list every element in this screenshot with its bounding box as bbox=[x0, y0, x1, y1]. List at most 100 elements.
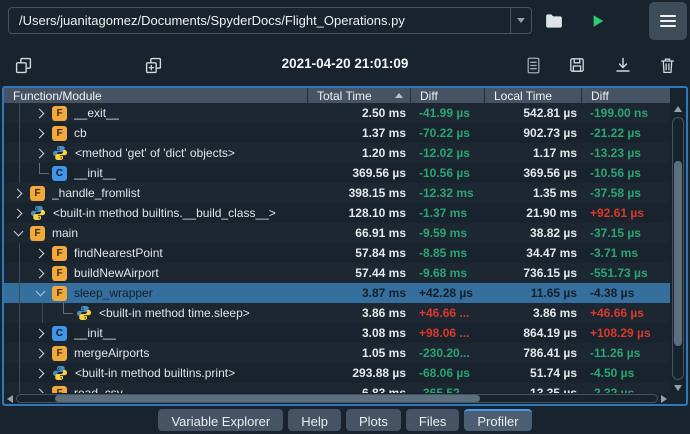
table-row[interactable]: FbuildNewAirport 57.44 ms -9.68 ms 736.15 µ… bbox=[4, 263, 670, 283]
run-profiler-button[interactable] bbox=[585, 8, 611, 34]
header-diff-total[interactable]: Diff bbox=[411, 88, 485, 103]
total-time-diff: -41.99 µs bbox=[419, 106, 470, 120]
function-name: <built-in method builtins.__build_class_… bbox=[53, 206, 276, 220]
chevron-right-icon[interactable] bbox=[34, 128, 44, 138]
table-row[interactable]: FmergeAirports 1.05 ms -230.20... 786.41 µs… bbox=[4, 343, 670, 363]
save-data-button[interactable] bbox=[564, 52, 590, 78]
horizontal-scroll-track[interactable] bbox=[16, 394, 658, 403]
total-time-value: 3.87 ms bbox=[361, 286, 406, 300]
python-icon bbox=[30, 205, 46, 221]
table-row[interactable]: Fread_csv 6.83 ms -365.52... 13.35 µs -2.32 … bbox=[4, 383, 670, 393]
table-row[interactable]: C __init__ 3.08 ms +98.06 ... 864.19 µs +108.… bbox=[4, 323, 670, 343]
table-row[interactable]: Fmain 66.91 ms -9.59 ms 38.82 µs -37.15 µs bbox=[4, 223, 670, 243]
function-name: __exit__ bbox=[74, 106, 120, 120]
local-time-diff: +92.61 µs bbox=[590, 206, 644, 220]
tab-variable-explorer[interactable]: Variable Explorer bbox=[158, 409, 284, 431]
function-name: main bbox=[52, 226, 79, 240]
local-time-value: 864.19 µs bbox=[523, 326, 577, 340]
tree-guide-line bbox=[19, 163, 20, 183]
total-time-value: 2.50 ms bbox=[361, 106, 406, 120]
table-row[interactable]: <method 'get' of 'dict' objects> 1.20 ms -… bbox=[4, 143, 670, 163]
clear-data-button[interactable] bbox=[654, 52, 680, 78]
python-icon bbox=[52, 365, 68, 381]
options-menu-button[interactable] bbox=[649, 2, 687, 40]
total-time-diff: -68.06 µs bbox=[419, 366, 470, 380]
total-time-value: 1.20 ms bbox=[361, 146, 406, 160]
local-time-value: 38.82 µs bbox=[530, 226, 577, 240]
chevron-down-icon[interactable] bbox=[13, 226, 23, 237]
header-function-module[interactable]: Function/Module bbox=[4, 88, 308, 103]
function-name: _handle_fromlist bbox=[52, 186, 141, 200]
tab-help[interactable]: Help bbox=[288, 409, 341, 431]
chevron-down-icon bbox=[517, 18, 525, 23]
chevron-down-icon[interactable] bbox=[35, 286, 45, 297]
tree-guide-line bbox=[19, 383, 20, 393]
total-time-value: 3.08 ms bbox=[361, 326, 406, 340]
chevron-right-icon[interactable] bbox=[34, 328, 44, 338]
chevron-right-icon[interactable] bbox=[34, 268, 44, 278]
header-total-time[interactable]: Total Time bbox=[308, 88, 411, 103]
chevron-right-icon[interactable] bbox=[34, 348, 44, 358]
vertical-scrollbar[interactable] bbox=[670, 103, 686, 393]
local-time-value: 34.47 ms bbox=[526, 246, 577, 260]
tab-plots[interactable]: Plots bbox=[345, 409, 401, 431]
local-time-value: 3.86 ms bbox=[532, 306, 577, 320]
function-icon: F bbox=[52, 345, 67, 361]
scroll-up-arrow-icon[interactable] bbox=[674, 106, 682, 112]
options-menu-icon bbox=[660, 15, 676, 27]
table-row[interactable]: <built-in method time.sleep> 3.86 ms +46.6… bbox=[4, 303, 670, 323]
local-time-value: 1.17 ms bbox=[532, 146, 577, 160]
local-time-value: 786.41 µs bbox=[523, 346, 577, 360]
header-diff-local[interactable]: Diff bbox=[582, 88, 670, 103]
header-local-time[interactable]: Local Time bbox=[485, 88, 582, 103]
table-row[interactable]: FfindNearestPoint 57.84 ms -8.85 ms 34.47 m… bbox=[4, 243, 670, 263]
chevron-right-icon[interactable] bbox=[12, 208, 22, 218]
scroll-right-arrow-icon[interactable] bbox=[661, 395, 667, 403]
chevron-right-icon[interactable] bbox=[12, 188, 22, 198]
table-row[interactable]: F _handle_fromlist 398.15 ms -12.32 ms 1.35 … bbox=[4, 183, 670, 203]
table-row[interactable]: <built-in method builtins.print> 293.88 µ… bbox=[4, 363, 670, 383]
horizontal-scrollbar[interactable] bbox=[4, 393, 670, 404]
class-icon: C bbox=[52, 325, 67, 341]
script-path-combobox[interactable]: /Users/juanitagomez/Documents/SpyderDocs… bbox=[8, 7, 532, 34]
header-corner bbox=[670, 88, 686, 103]
local-time-diff: -11.26 µs bbox=[590, 346, 641, 360]
local-time-diff: -4.38 µs bbox=[590, 286, 635, 300]
vertical-scroll-track[interactable] bbox=[672, 117, 684, 380]
tree-guide-line bbox=[19, 263, 20, 283]
table-row[interactable]: Fsleep_wrapper 3.87 ms +42.28 µs 11.65 µs -4… bbox=[4, 283, 670, 303]
chevron-right-icon[interactable] bbox=[34, 368, 44, 378]
local-time-value: 369.56 µs bbox=[523, 166, 577, 180]
vertical-scroll-thumb[interactable] bbox=[674, 161, 682, 346]
total-time-value: 128.10 ms bbox=[348, 206, 406, 220]
tree-guide-line bbox=[19, 103, 20, 123]
chevron-right-icon[interactable] bbox=[34, 248, 44, 258]
python-icon bbox=[52, 145, 68, 161]
table-header: Function/Module Total Time Diff Local Ti… bbox=[4, 88, 686, 103]
tree-guide-line bbox=[19, 323, 20, 343]
table-row[interactable]: C __init__ 369.56 µs -10.56 µs 369.56 µs -10.… bbox=[4, 163, 670, 183]
table-row[interactable]: Fcb 1.37 ms -70.22 µs 902.73 µs -21.22 µs bbox=[4, 123, 670, 143]
load-data-button[interactable] bbox=[610, 52, 636, 78]
local-time-value: 13.35 µs bbox=[530, 386, 577, 393]
scroll-down-arrow-icon[interactable] bbox=[674, 385, 682, 391]
open-file-button[interactable] bbox=[541, 8, 567, 34]
tab-profiler[interactable]: Profiler bbox=[464, 409, 532, 431]
show-output-button[interactable] bbox=[520, 52, 546, 78]
total-time-value: 1.37 ms bbox=[361, 126, 406, 140]
table-row[interactable]: <built-in method builtins.__build_class_… bbox=[4, 203, 670, 223]
function-icon: F bbox=[30, 185, 45, 201]
horizontal-scroll-thumb[interactable] bbox=[55, 395, 480, 402]
table-row[interactable]: F __exit__ 2.50 ms -41.99 µs 542.81 µs -199.0… bbox=[4, 103, 670, 123]
function-name: <built-in method builtins.print> bbox=[75, 366, 236, 380]
function-icon: F bbox=[52, 385, 67, 393]
chevron-right-icon[interactable] bbox=[34, 148, 44, 158]
run-profiler-icon bbox=[591, 14, 605, 28]
combo-dropdown-button[interactable] bbox=[510, 8, 531, 33]
tab-files[interactable]: Files bbox=[405, 409, 460, 431]
scroll-left-arrow-icon[interactable] bbox=[7, 395, 13, 403]
function-icon: F bbox=[52, 105, 67, 121]
tree-guide-line bbox=[19, 283, 20, 303]
chevron-right-icon[interactable] bbox=[34, 108, 44, 118]
script-path-value[interactable]: /Users/juanitagomez/Documents/SpyderDocs… bbox=[9, 13, 510, 28]
